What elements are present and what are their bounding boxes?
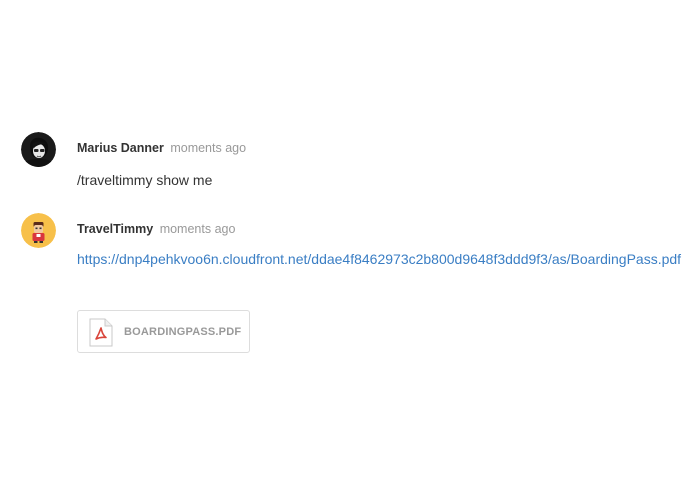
message-meta: TravelTimmy moments ago <box>77 221 235 237</box>
author-name[interactable]: TravelTimmy <box>77 222 153 236</box>
author-name[interactable]: Marius Danner <box>77 141 164 155</box>
message-timestamp: moments ago <box>170 141 247 155</box>
bot-avatar-icon <box>21 213 56 248</box>
pdf-file-icon <box>89 318 113 347</box>
user-avatar[interactable] <box>21 132 56 167</box>
message-text: /traveltimmy show me <box>77 172 213 188</box>
file-attachment[interactable]: BOARDINGPASS.PDF <box>77 310 250 353</box>
message-meta: Marius Danner moments ago <box>77 140 246 156</box>
user-photo-icon <box>21 132 56 167</box>
bot-avatar[interactable] <box>21 213 56 248</box>
message-link[interactable]: https://dnp4pehkvoo6n.cloudfront.net/dda… <box>77 247 689 271</box>
attachment-filename: BOARDINGPASS.PDF <box>124 326 242 338</box>
chat-thread: Marius Danner moments ago /traveltimmy s… <box>0 0 695 494</box>
message-timestamp: moments ago <box>159 222 236 236</box>
